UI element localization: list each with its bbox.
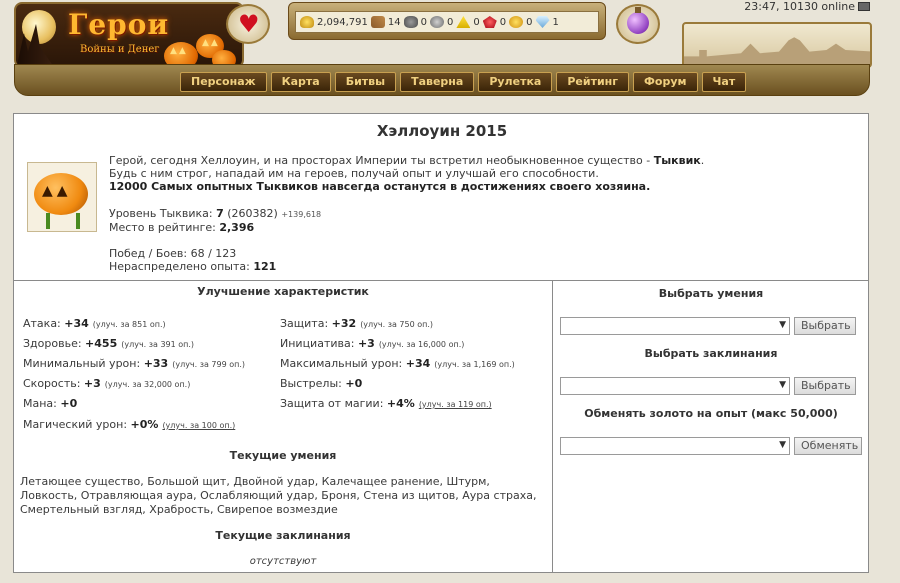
gold-icon bbox=[300, 16, 314, 28]
wood-icon bbox=[370, 16, 385, 28]
stat-attack: Атака: +34 (улуч. за 851 оп.) bbox=[23, 317, 166, 330]
creature-rank: Место в рейтинге: 2,396 bbox=[109, 221, 255, 234]
moon-graphic bbox=[22, 10, 56, 44]
nav-forum[interactable]: Форум bbox=[633, 72, 698, 92]
unspent-exp: Нераспределено опыта: 121 bbox=[109, 260, 277, 273]
choose-spells-title: Выбрать заклинания bbox=[644, 347, 778, 360]
chevron-down-icon: ▼ bbox=[779, 320, 786, 330]
mercury-amount: 0 bbox=[447, 16, 454, 28]
game-logo[interactable]: Герои Войны и Денег ▲▲ ▲▲ bbox=[14, 2, 244, 68]
logo-title: Герои bbox=[68, 8, 170, 41]
exchange-button[interactable]: Обменять bbox=[794, 437, 862, 455]
gems-icon bbox=[509, 16, 524, 28]
exchange-select[interactable]: ▼ bbox=[560, 437, 790, 455]
skills-list: Летающее существо, Большой щит, Двойной … bbox=[20, 475, 537, 516]
mana-orb[interactable] bbox=[616, 4, 660, 44]
skills-select[interactable]: ▼ bbox=[560, 317, 790, 335]
stats-section-title: Улучшение характеристик bbox=[197, 285, 369, 298]
exchange-row: ▼ Обменять bbox=[560, 437, 862, 455]
halloween-event-panel: Хэллоуин 2015 ▲▲ Герой, сегодня Хеллоуин… bbox=[13, 113, 869, 573]
gems-amount: 0 bbox=[526, 16, 533, 28]
logo-subtitle: Войны и Денег bbox=[80, 44, 160, 55]
choose-skills-row: ▼ Выбрать bbox=[560, 317, 856, 335]
choose-skills-title: Выбрать умения bbox=[658, 287, 764, 300]
gold-amount: 2,094,791 bbox=[317, 16, 368, 28]
castle-silhouette bbox=[684, 37, 870, 66]
upgrade-magic-defense-link[interactable]: (улуч. за 119 оп.) bbox=[419, 400, 492, 409]
heart-icon: ♥ bbox=[238, 10, 260, 38]
choose-skill-button[interactable]: Выбрать bbox=[794, 317, 856, 335]
upgrade-magic-damage-link[interactable]: (улуч. за 100 оп.) bbox=[162, 421, 235, 430]
stat-max-damage: Максимальный урон: +34 (улуч. за 1,169 оп… bbox=[280, 357, 515, 370]
game-header: Герои Войны и Денег ▲▲ ▲▲ ♥ 2,094,791 14… bbox=[0, 0, 900, 100]
nav-chat[interactable]: Чат bbox=[701, 72, 747, 92]
nav-rating[interactable]: Рейтинг bbox=[556, 72, 630, 92]
mercury-icon bbox=[430, 16, 445, 28]
event-description: Герой, сегодня Хеллоуин, и на просторах … bbox=[109, 154, 704, 273]
stat-min-damage: Минимальный урон: +33 (улуч. за 799 оп.) bbox=[23, 357, 246, 370]
intro-line-2: Будь с ним строг, нападай им на героев, … bbox=[109, 167, 599, 180]
intro-line-3: 12000 Самых опытных Тыквиков навсегда ос… bbox=[109, 180, 651, 193]
nav-roulette[interactable]: Рулетка bbox=[478, 72, 553, 92]
crystal-icon bbox=[482, 16, 497, 28]
crystal-amount: 0 bbox=[499, 16, 507, 28]
creature-name: Тыквик bbox=[653, 154, 701, 167]
stat-shots: Выстрелы: +0 bbox=[280, 377, 363, 390]
nav-map[interactable]: Карта bbox=[270, 72, 331, 92]
main-nav: Персонаж Карта Битвы Таверна Рулетка Рей… bbox=[180, 72, 747, 92]
diamond-amount: 1 bbox=[552, 16, 559, 28]
event-title: Хэллоуин 2015 bbox=[376, 122, 508, 140]
pumpkin-creature-image: ▲▲ bbox=[27, 162, 97, 232]
monitor-icon[interactable] bbox=[858, 2, 870, 11]
spells-list: отсутствуют bbox=[249, 556, 317, 567]
stat-magic-defense: Защита от магии: +4% (улуч. за 119 оп.) bbox=[280, 397, 492, 410]
ore-icon bbox=[403, 16, 418, 28]
resource-frame: 2,094,791 14 0 0 0 0 0 1 bbox=[288, 2, 606, 40]
actions-column: Выбрать умения ▼ Выбрать Выбрать заклина… bbox=[553, 280, 869, 573]
wood-amount: 14 bbox=[387, 16, 401, 28]
diamond-icon bbox=[535, 16, 550, 28]
nav-battles[interactable]: Битвы bbox=[334, 72, 397, 92]
sulfur-icon bbox=[456, 16, 471, 28]
stats-column: Улучшение характеристик Атака: +34 (улуч.… bbox=[14, 280, 553, 573]
resource-bar: 2,094,791 14 0 0 0 0 0 1 bbox=[295, 11, 599, 33]
spells-select[interactable]: ▼ bbox=[560, 377, 790, 395]
spells-section-title: Текущие заклинания bbox=[215, 529, 351, 542]
stat-initiative: Инициатива: +3 (улуч. за 16,000 оп.) bbox=[280, 337, 465, 350]
stat-magic-damage: Магический урон: +0% (улуч. за 100 оп.) bbox=[23, 418, 236, 431]
nav-character[interactable]: Персонаж bbox=[180, 72, 267, 92]
potion-icon bbox=[627, 7, 649, 34]
stat-health: Здоровье: +455 (улуч. за 391 оп.) bbox=[23, 337, 195, 350]
intro-line-1: Герой, сегодня Хеллоуин, и на просторах … bbox=[109, 154, 705, 167]
exchange-title: Обменять золото на опыт (макс 50,000) bbox=[584, 407, 838, 420]
castle-banner bbox=[682, 22, 872, 68]
server-time-online: 23:47, 10130 online bbox=[744, 0, 855, 13]
ore-amount: 0 bbox=[420, 16, 428, 28]
chevron-down-icon: ▼ bbox=[779, 380, 786, 390]
stat-defense: Защита: +32 (улуч. за 750 оп.) bbox=[280, 317, 434, 330]
server-info: 23:47, 10130 online bbox=[744, 0, 870, 13]
creature-level: Уровень Тыквика: 7 (260382) +139,618 bbox=[109, 207, 322, 220]
wins-battles: Побед / Боев: 68 / 123 bbox=[109, 247, 237, 260]
choose-spell-button[interactable]: Выбрать bbox=[794, 377, 856, 395]
choose-spells-row: ▼ Выбрать bbox=[560, 377, 856, 395]
stat-speed: Скорость: +3 (улуч. за 32,000 оп.) bbox=[23, 377, 191, 390]
health-orb[interactable]: ♥ bbox=[226, 4, 270, 44]
nav-tavern[interactable]: Таверна bbox=[400, 72, 475, 92]
sulfur-amount: 0 bbox=[473, 16, 480, 28]
chevron-down-icon: ▼ bbox=[779, 440, 786, 450]
skills-section-title: Текущие умения bbox=[229, 449, 337, 462]
stat-mana: Мана: +0 bbox=[23, 397, 78, 410]
